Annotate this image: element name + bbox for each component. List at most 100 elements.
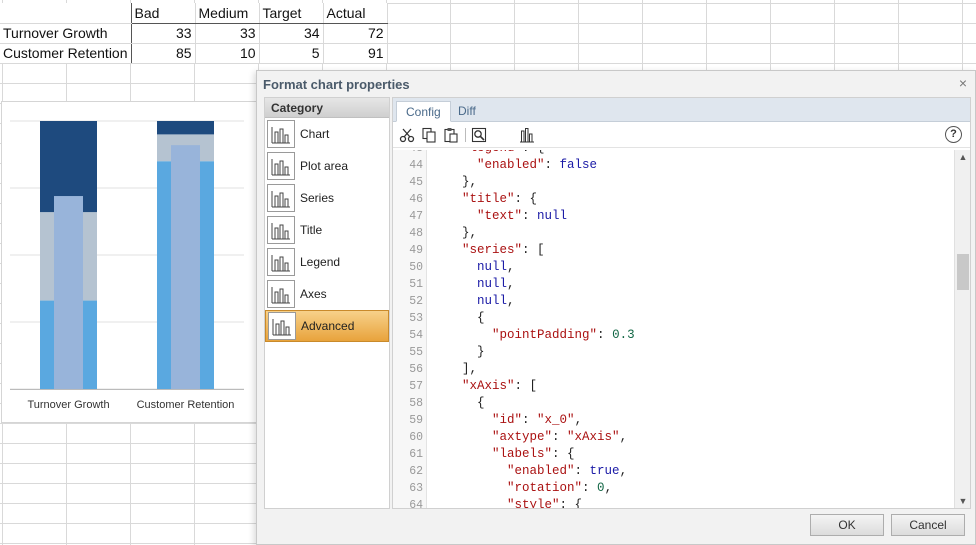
- category-item-advanced[interactable]: Advanced: [265, 310, 389, 342]
- line-number: 56: [409, 363, 423, 376]
- code-text: "enabled": true,: [507, 464, 628, 478]
- legend-icon: [267, 248, 295, 276]
- bar-actual: [54, 196, 83, 389]
- column-header-actual[interactable]: Actual: [323, 3, 388, 24]
- code-line: 43 "legend": {: [393, 150, 953, 157]
- line-number: 50: [409, 261, 423, 274]
- code-line: 61 "labels": {: [393, 446, 953, 463]
- plot-area-icon: [267, 152, 295, 180]
- column-header-bad[interactable]: Bad: [131, 3, 196, 24]
- paste-icon[interactable]: [443, 127, 459, 143]
- chart-svg: Turnover Growth Customer Retention: [10, 120, 244, 411]
- code-line: 51 null,: [393, 276, 953, 293]
- category-item-plot-area[interactable]: Plot area: [265, 150, 389, 182]
- code-line: 45 },: [393, 174, 953, 191]
- line-number: 58: [409, 397, 423, 410]
- category-label: Chart: [300, 127, 330, 141]
- category-label: Title: [300, 223, 323, 237]
- line-number: 54: [409, 329, 423, 342]
- category-label: Advanced: [301, 319, 355, 333]
- code-text: null,: [477, 294, 515, 308]
- code-text: },: [447, 226, 478, 240]
- code-editor[interactable]: 43 "legend": {44 "enabled": false45 },46…: [393, 150, 970, 508]
- line-number: 64: [409, 499, 423, 508]
- code-text: "labels": {: [492, 447, 575, 461]
- line-number: 55: [409, 346, 423, 359]
- line-number: 47: [409, 210, 423, 223]
- bar-actual: [171, 145, 200, 389]
- table-row: Turnover Growth 33 33 34 72: [0, 23, 388, 44]
- table-cell[interactable]: 91: [323, 43, 388, 64]
- scroll-down-icon[interactable]: ▼: [955, 496, 970, 506]
- title-icon: [267, 216, 295, 244]
- code-text: null,: [477, 260, 515, 274]
- category-panel: Category Chart Plot area Series Title Legend…: [264, 97, 390, 509]
- column-header-target[interactable]: Target: [259, 3, 324, 24]
- table-cell[interactable]: 34: [259, 23, 324, 44]
- category-item-chart[interactable]: Chart: [265, 118, 389, 150]
- series-icon: [267, 184, 295, 212]
- line-number: 53: [409, 312, 423, 325]
- code-text: "id": "x_0",: [492, 413, 583, 427]
- line-number: 62: [409, 465, 423, 478]
- find-icon[interactable]: [471, 127, 487, 143]
- copy-icon[interactable]: [421, 127, 437, 143]
- dialog-title: Format chart properties: [263, 77, 410, 92]
- table-cell[interactable]: 85: [131, 43, 196, 64]
- code-text: "text": null: [477, 209, 568, 223]
- tab-config[interactable]: Config: [396, 101, 451, 122]
- chart-icon: [267, 120, 295, 148]
- table-cell[interactable]: 5: [259, 43, 324, 64]
- table-cell[interactable]: [0, 3, 132, 24]
- category-item-axes[interactable]: Axes: [265, 278, 389, 310]
- column-header-medium[interactable]: Medium: [195, 3, 260, 24]
- help-icon[interactable]: ?: [945, 126, 962, 143]
- x-tick-label: Customer Retention: [137, 399, 235, 411]
- code-text: "rotation": 0,: [507, 481, 613, 495]
- code-line: 59 "id": "x_0",: [393, 412, 953, 429]
- category-label: Legend: [300, 255, 341, 269]
- code-text: },: [447, 175, 478, 189]
- category-item-series[interactable]: Series: [265, 182, 389, 214]
- toolbar-separator: [465, 128, 466, 142]
- code-line: 50 null,: [393, 259, 953, 276]
- code-text: }: [447, 345, 485, 359]
- table-row: Customer Retention 85 10 5 91: [0, 43, 388, 64]
- line-number: 61: [409, 448, 423, 461]
- code-text: "legend": {: [447, 150, 545, 157]
- table-cell[interactable]: 10: [195, 43, 260, 64]
- close-icon[interactable]: ×: [959, 75, 967, 91]
- line-number: 43: [393, 150, 423, 157]
- code-line: 64 "style": {: [393, 497, 953, 508]
- ok-button[interactable]: OK: [810, 514, 884, 536]
- row-label-turnover-growth[interactable]: Turnover Growth: [0, 23, 132, 44]
- code-text: "series": [: [462, 243, 545, 257]
- bullet-chart[interactable]: Turnover Growth Customer Retention: [1, 101, 259, 423]
- table-cell[interactable]: 33: [131, 23, 196, 44]
- code-line: 62 "enabled": true,: [393, 463, 953, 480]
- chart-preview-icon[interactable]: [519, 127, 535, 143]
- format-chart-dialog: Format chart properties × Category Chart…: [256, 70, 976, 545]
- row-label-customer-retention[interactable]: Customer Retention: [0, 43, 132, 64]
- code-text: ],: [447, 362, 478, 376]
- code-line: 47 "text": null: [393, 208, 953, 225]
- code-text: "title": {: [462, 192, 538, 206]
- code-line: 53 {: [393, 310, 953, 327]
- editor-scrollbar[interactable]: ▲ ▼: [954, 150, 970, 508]
- cancel-button[interactable]: Cancel: [891, 514, 965, 536]
- scroll-thumb[interactable]: [957, 254, 969, 290]
- cut-icon[interactable]: [399, 127, 415, 143]
- code-line: 49 "series": [: [393, 242, 953, 259]
- tab-diff[interactable]: Diff: [449, 101, 485, 122]
- category-item-legend[interactable]: Legend: [265, 246, 389, 278]
- code-line: 63 "rotation": 0,: [393, 480, 953, 497]
- line-number: 57: [409, 380, 423, 393]
- code-text: {: [447, 311, 485, 325]
- table-cell[interactable]: 33: [195, 23, 260, 44]
- line-number: 60: [409, 431, 423, 444]
- scroll-up-icon[interactable]: ▲: [955, 152, 970, 162]
- code-line: 58 {: [393, 395, 953, 412]
- category-item-title[interactable]: Title: [265, 214, 389, 246]
- code-text: "xAxis": [: [462, 379, 538, 393]
- table-cell[interactable]: 72: [323, 23, 388, 44]
